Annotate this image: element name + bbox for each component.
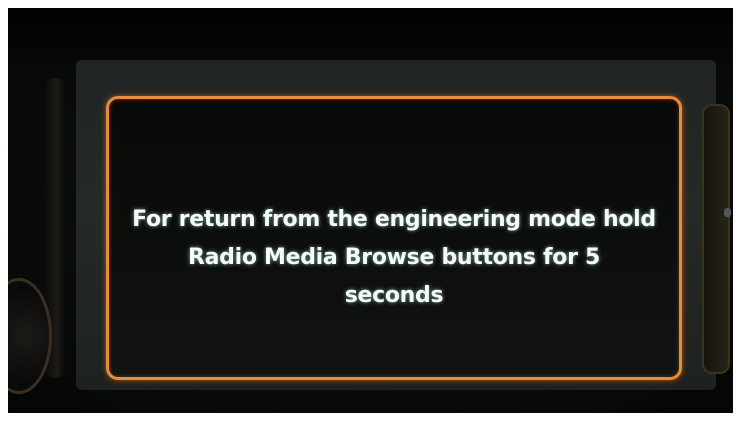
engineering-mode-dialog: For return from the engineering mode hol… [106, 96, 682, 380]
side-hardware-button[interactable] [702, 104, 730, 374]
device-bezel-top [8, 8, 733, 64]
engineering-mode-message: For return from the engineering mode hol… [109, 201, 679, 315]
indicator-light [724, 208, 731, 217]
message-line-3: seconds [344, 283, 444, 308]
head-unit-photo: For return from the engineering mode hol… [8, 8, 733, 413]
message-line-1: For return from the engineering mode hol… [132, 207, 656, 232]
message-line-2: Radio Media Browse buttons for 5 [187, 245, 601, 270]
